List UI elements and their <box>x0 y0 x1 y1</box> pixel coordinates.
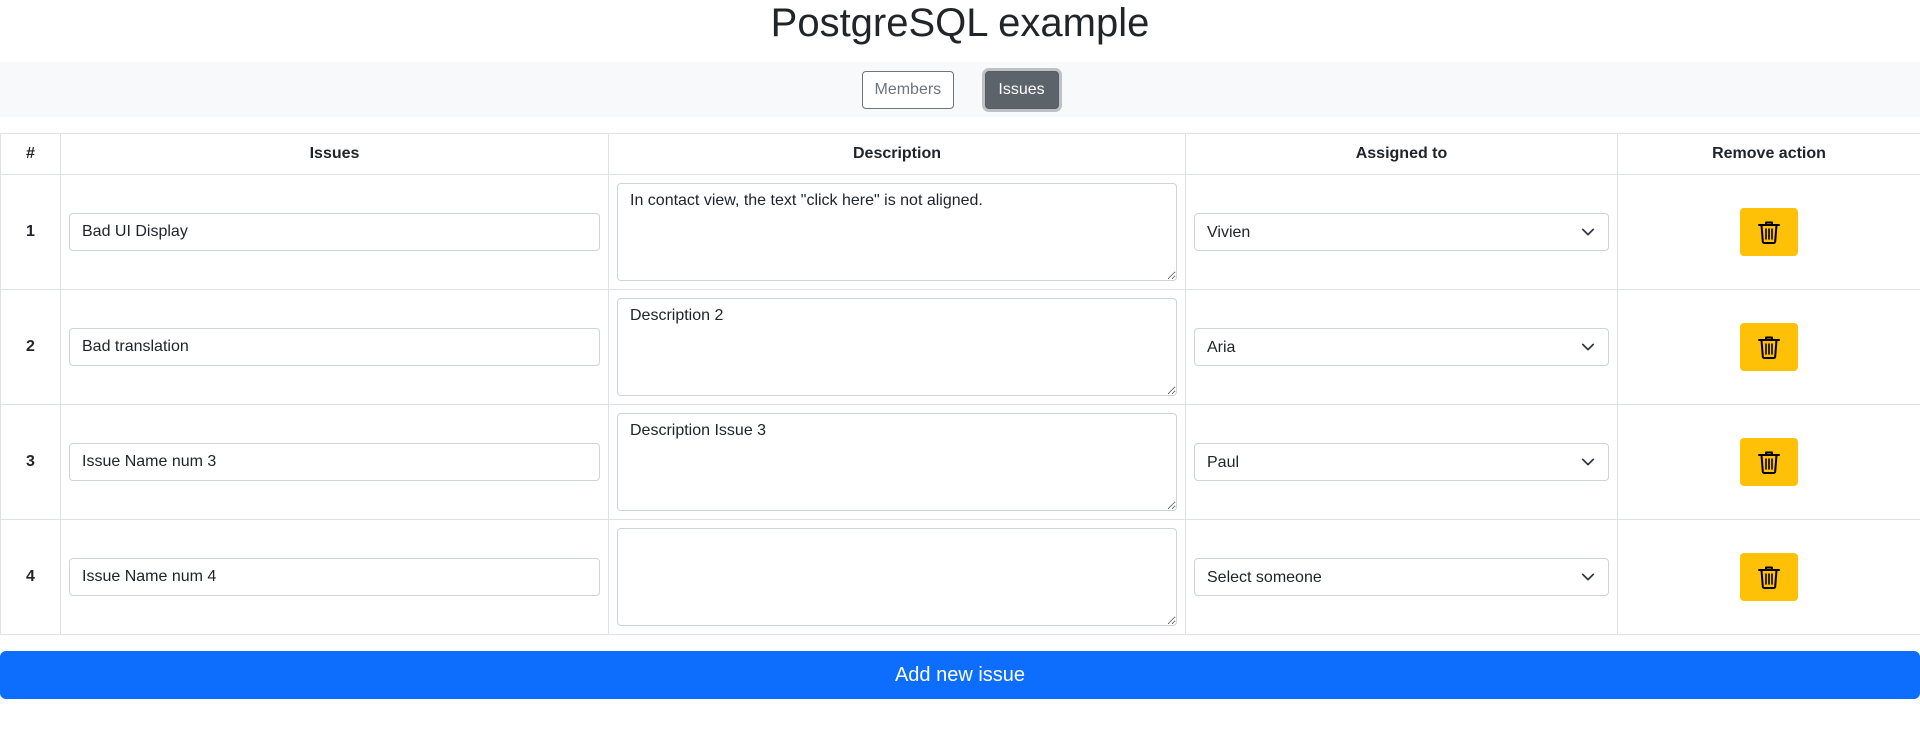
assigned-cell: Paul <box>1185 404 1618 520</box>
assignee-select-wrapper: Vivien <box>1194 213 1609 251</box>
assignee-select[interactable]: Select someone <box>1194 558 1609 596</box>
members-tab-button[interactable]: Members <box>861 70 954 109</box>
remove-issue-button[interactable] <box>1740 553 1798 601</box>
remove-cell <box>1617 519 1920 635</box>
row-number: 2 <box>0 289 61 405</box>
description-textarea[interactable]: Description Issue 3 <box>617 413 1177 511</box>
assignee-select-wrapper: Select someone <box>1194 558 1609 596</box>
assignee-select-wrapper: Paul <box>1194 443 1609 481</box>
trash-icon <box>1758 451 1780 474</box>
remove-issue-button[interactable] <box>1740 323 1798 371</box>
description-cell: In contact view, the text "click here" i… <box>608 174 1186 290</box>
trash-icon <box>1758 336 1780 359</box>
issue-cell <box>60 404 609 520</box>
row-number: 1 <box>0 174 61 290</box>
issue-cell <box>60 174 609 290</box>
assigned-cell: Select someone <box>1185 519 1618 635</box>
header-assigned-to: Assigned to <box>1185 133 1618 175</box>
table-row: 1 In contact view, the text "click here"… <box>0 174 1920 290</box>
description-textarea[interactable] <box>617 528 1177 626</box>
header-number: # <box>0 133 61 175</box>
add-new-issue-button[interactable]: Add new issue <box>0 651 1920 699</box>
header-issues: Issues <box>60 133 609 175</box>
page-title: PostgreSQL example <box>770 1 1150 45</box>
remove-cell <box>1617 404 1920 520</box>
assignee-select[interactable]: Aria <box>1194 328 1609 366</box>
assignee-select[interactable]: Paul <box>1194 443 1609 481</box>
trash-icon <box>1758 221 1780 244</box>
description-cell <box>608 519 1186 635</box>
assignee-select[interactable]: Vivien <box>1194 213 1609 251</box>
table-row: 2 Description 2 Aria <box>0 289 1920 405</box>
issue-cell <box>60 519 609 635</box>
row-number: 4 <box>0 519 61 635</box>
issue-name-input[interactable] <box>69 443 600 481</box>
assigned-cell: Vivien <box>1185 174 1618 290</box>
remove-issue-button[interactable] <box>1740 438 1798 486</box>
description-cell: Description 2 <box>608 289 1186 405</box>
issues-tab-button[interactable]: Issues <box>984 70 1059 109</box>
issue-name-input[interactable] <box>69 328 600 366</box>
table-row: 4 Select someone <box>0 519 1920 635</box>
header-remove-action: Remove action <box>1617 133 1920 175</box>
assignee-select-wrapper: Aria <box>1194 328 1609 366</box>
remove-cell <box>1617 289 1920 405</box>
trash-icon <box>1758 566 1780 589</box>
issue-name-input[interactable] <box>69 558 600 596</box>
issue-name-input[interactable] <box>69 213 600 251</box>
issue-cell <box>60 289 609 405</box>
issues-table: # Issues Description Assigned to Remove … <box>0 133 1920 635</box>
description-cell: Description Issue 3 <box>608 404 1186 520</box>
table-row: 3 Description Issue 3 Paul <box>0 404 1920 520</box>
remove-cell <box>1617 174 1920 290</box>
assigned-cell: Aria <box>1185 289 1618 405</box>
row-number: 3 <box>0 404 61 520</box>
table-header-row: # Issues Description Assigned to Remove … <box>0 133 1920 175</box>
header-description: Description <box>608 133 1186 175</box>
remove-issue-button[interactable] <box>1740 208 1798 256</box>
description-textarea[interactable]: In contact view, the text "click here" i… <box>617 183 1177 281</box>
nav-bar: Members Issues <box>0 62 1920 117</box>
description-textarea[interactable]: Description 2 <box>617 298 1177 396</box>
